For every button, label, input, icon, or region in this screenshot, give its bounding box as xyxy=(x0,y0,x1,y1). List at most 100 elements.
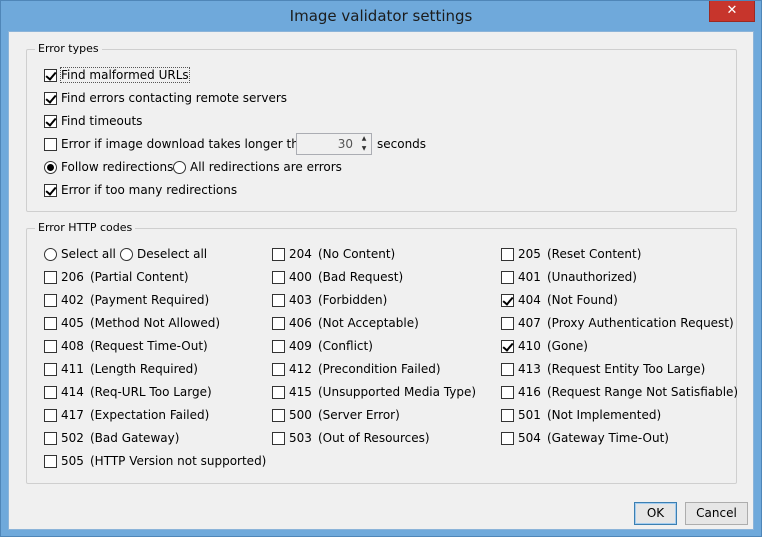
http-code-414-checkbox[interactable]: 414 (Req-URL Too Large) xyxy=(44,383,212,401)
checkbox-box[interactable] xyxy=(272,431,285,445)
http-code-408-checkbox[interactable]: 408 (Request Time-Out) xyxy=(44,337,208,355)
checkbox-box[interactable] xyxy=(272,270,285,284)
checkbox-box[interactable] xyxy=(501,385,514,399)
http-code-description: (Request Time-Out) xyxy=(90,339,208,353)
checkbox-box[interactable] xyxy=(44,454,57,468)
http-code-number: 401 xyxy=(518,270,541,284)
http-code-410-checkbox[interactable]: 410 (Gone) xyxy=(501,337,588,355)
checkbox-box[interactable] xyxy=(44,339,57,353)
seconds-label-row: seconds xyxy=(377,135,426,153)
http-code-number: 412 xyxy=(289,362,312,376)
checkbox-box[interactable] xyxy=(501,339,514,353)
http-code-206-checkbox[interactable]: 206 (Partial Content) xyxy=(44,268,189,286)
ok-button[interactable]: OK xyxy=(634,502,677,525)
http-code-412-checkbox[interactable]: 412 (Precondition Failed) xyxy=(272,360,441,378)
http-code-205-checkbox[interactable]: 205 (Reset Content) xyxy=(501,245,641,263)
checkbox-box[interactable] xyxy=(44,183,57,197)
radio-circle[interactable] xyxy=(44,247,57,261)
http-code-409-checkbox[interactable]: 409 (Conflict) xyxy=(272,337,373,355)
radio-circle[interactable] xyxy=(120,247,133,261)
spin-up-icon[interactable]: ▲ xyxy=(357,134,371,144)
http-code-405-checkbox[interactable]: 405 (Method Not Allowed) xyxy=(44,314,220,332)
http-code-204-checkbox[interactable]: 204 (No Content) xyxy=(272,245,395,263)
checkbox-label: Find malformed URLs xyxy=(60,67,190,83)
http-code-416-checkbox[interactable]: 416 (Request Range Not Satisfiable) xyxy=(501,383,738,401)
checkbox-box[interactable] xyxy=(501,293,514,307)
checkbox-box[interactable] xyxy=(44,91,57,105)
checkbox-label: Find errors contacting remote servers xyxy=(61,91,288,105)
http-code-number: 409 xyxy=(289,339,312,353)
close-button[interactable]: ✕ xyxy=(709,1,755,22)
http-code-504-checkbox[interactable]: 504 (Gateway Time-Out) xyxy=(501,429,669,447)
http-code-417-checkbox[interactable]: 417 (Expectation Failed) xyxy=(44,406,209,424)
select-all-radio[interactable]: Select all xyxy=(44,245,116,263)
http-code-number: 416 xyxy=(518,385,541,399)
http-code-502-checkbox[interactable]: 502 (Bad Gateway) xyxy=(44,429,179,447)
checkbox-box[interactable] xyxy=(272,293,285,307)
too-many-redirections-checkbox[interactable]: Error if too many redirections xyxy=(44,181,237,199)
find-malformed-urls-checkbox[interactable]: Find malformed URLs xyxy=(44,66,190,84)
http-code-description: (No Content) xyxy=(318,247,396,261)
checkbox-box[interactable] xyxy=(272,247,285,261)
checkbox-box[interactable] xyxy=(44,385,57,399)
checkbox-box[interactable] xyxy=(272,362,285,376)
all-redirections-errors-radio[interactable]: All redirections are errors xyxy=(173,158,342,176)
checkbox-box[interactable] xyxy=(501,270,514,284)
cancel-button[interactable]: Cancel xyxy=(685,502,748,525)
download-seconds-spinner[interactable]: 30 ▲ ▼ xyxy=(296,133,372,155)
radio-circle[interactable] xyxy=(44,160,57,174)
http-code-404-checkbox[interactable]: 404 (Not Found) xyxy=(501,291,618,309)
checkbox-box[interactable] xyxy=(272,316,285,330)
http-code-402-checkbox[interactable]: 402 (Payment Required) xyxy=(44,291,209,309)
deselect-all-radio[interactable]: Deselect all xyxy=(120,245,207,263)
download-timeout-checkbox[interactable]: Error if image download takes longer tha… xyxy=(44,135,314,153)
http-code-description: (Partial Content) xyxy=(90,270,189,284)
title-bar[interactable]: Image validator settings ✕ xyxy=(1,1,761,31)
http-code-description: (Gateway Time-Out) xyxy=(547,431,669,445)
checkbox-box[interactable] xyxy=(272,385,285,399)
http-code-503-checkbox[interactable]: 503 (Out of Resources) xyxy=(272,429,430,447)
http-code-501-checkbox[interactable]: 501 (Not Implemented) xyxy=(501,406,661,424)
checkbox-box[interactable] xyxy=(44,293,57,307)
spin-down-icon[interactable]: ▼ xyxy=(357,144,371,154)
radio-circle[interactable] xyxy=(173,160,186,174)
seconds-label: seconds xyxy=(377,137,427,151)
http-code-407-checkbox[interactable]: 407 (Proxy Authentication Request) xyxy=(501,314,734,332)
checkbox-box[interactable] xyxy=(501,316,514,330)
http-code-number: 415 xyxy=(289,385,312,399)
http-code-401-checkbox[interactable]: 401 (Unauthorized) xyxy=(501,268,637,286)
checkbox-box[interactable] xyxy=(501,362,514,376)
checkbox-box[interactable] xyxy=(44,316,57,330)
checkbox-box[interactable] xyxy=(272,339,285,353)
checkbox-box[interactable] xyxy=(501,247,514,261)
http-code-400-checkbox[interactable]: 400 (Bad Request) xyxy=(272,268,403,286)
http-code-number: 502 xyxy=(61,431,84,445)
http-code-500-checkbox[interactable]: 500 (Server Error) xyxy=(272,406,400,424)
http-code-description: (HTTP Version not supported) xyxy=(90,454,267,468)
http-code-number: 405 xyxy=(61,316,84,330)
follow-redirections-radio[interactable]: Follow redirections xyxy=(44,158,173,176)
http-code-411-checkbox[interactable]: 411 (Length Required) xyxy=(44,360,198,378)
http-code-number: 501 xyxy=(518,408,541,422)
find-remote-errors-checkbox[interactable]: Find errors contacting remote servers xyxy=(44,89,287,107)
http-code-description: (Unsupported Media Type) xyxy=(318,385,477,399)
checkbox-box[interactable] xyxy=(501,431,514,445)
checkbox-box[interactable] xyxy=(44,114,57,128)
http-code-description: (Out of Resources) xyxy=(318,431,430,445)
checkbox-box[interactable] xyxy=(44,431,57,445)
http-code-415-checkbox[interactable]: 415 (Unsupported Media Type) xyxy=(272,383,476,401)
find-timeouts-checkbox[interactable]: Find timeouts xyxy=(44,112,142,130)
checkbox-box[interactable] xyxy=(44,362,57,376)
http-code-413-checkbox[interactable]: 413 (Request Entity Too Large) xyxy=(501,360,705,378)
checkbox-box[interactable] xyxy=(272,408,285,422)
checkbox-box[interactable] xyxy=(44,68,57,82)
http-code-number: 411 xyxy=(61,362,84,376)
http-code-406-checkbox[interactable]: 406 (Not Acceptable) xyxy=(272,314,419,332)
http-code-505-checkbox[interactable]: 505 (HTTP Version not supported) xyxy=(44,452,266,470)
checkbox-box[interactable] xyxy=(44,270,57,284)
checkbox-box[interactable] xyxy=(501,408,514,422)
http-code-403-checkbox[interactable]: 403 (Forbidden) xyxy=(272,291,387,309)
checkbox-box[interactable] xyxy=(44,408,57,422)
checkbox-box[interactable] xyxy=(44,137,57,151)
http-code-number: 406 xyxy=(289,316,312,330)
